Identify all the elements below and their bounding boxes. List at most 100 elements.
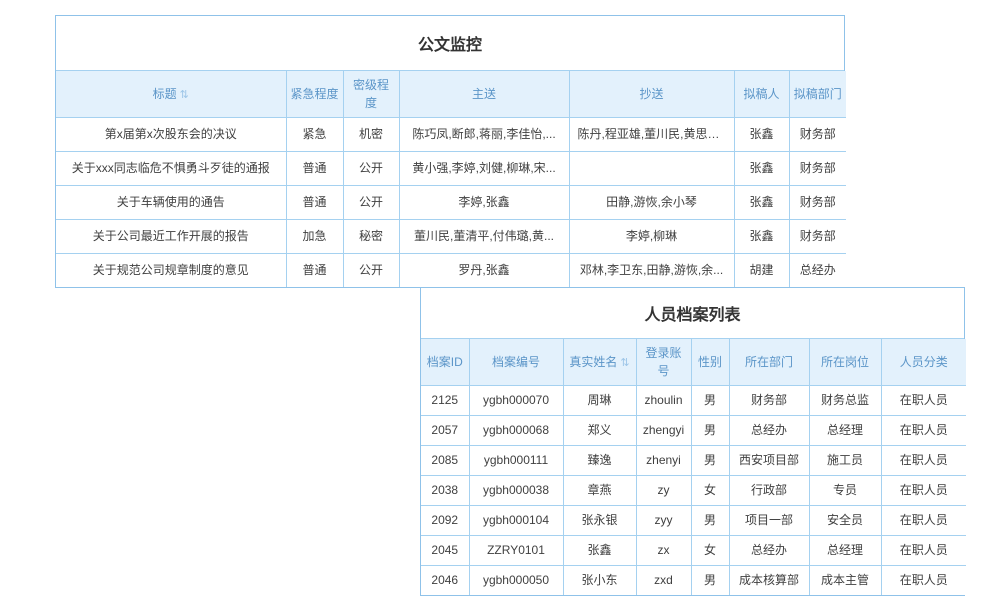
p-cell-category: 在职人员 bbox=[881, 476, 966, 506]
doc-col-cc: 抄送 bbox=[569, 71, 734, 118]
p-col-gender: 性别 bbox=[691, 339, 729, 386]
doc-cell-mainsend: 罗丹,张鑫 bbox=[399, 254, 569, 288]
doc-cell-security: 公开 bbox=[343, 186, 399, 220]
doc-title-link[interactable]: 第x届第x次股东会的决议 bbox=[56, 118, 286, 152]
doc-cell-dept: 财务部 bbox=[789, 152, 846, 186]
sort-icon[interactable]: ⇅ bbox=[180, 89, 189, 101]
table-row: 第x届第x次股东会的决议 紧急 机密 陈巧凤,断郎,蒋丽,李佳怡,... 陈丹,… bbox=[56, 118, 846, 152]
p-col-account: 登录账号 bbox=[636, 339, 691, 386]
p-cell-no: ygbh000111 bbox=[469, 446, 563, 476]
p-cell-no: ygbh000050 bbox=[469, 566, 563, 596]
doc-cell-cc: 邓林,李卫东,田静,游恢,余... bbox=[569, 254, 734, 288]
p-name-link[interactable]: 张小东 bbox=[563, 566, 636, 596]
p-col-post: 所在岗位 bbox=[809, 339, 881, 386]
p-cell-post: 专员 bbox=[809, 476, 881, 506]
doc-title-link[interactable]: 关于车辆使用的通告 bbox=[56, 186, 286, 220]
p-cell-post: 财务总监 bbox=[809, 386, 881, 416]
doc-cell-urgency: 紧急 bbox=[286, 118, 343, 152]
table-row: 2085 ygbh000111 臻逸 zhenyi 男 西安项目部 施工员 在职… bbox=[421, 446, 966, 476]
p-cell-post: 总经理 bbox=[809, 416, 881, 446]
p-cell-dept: 项目一部 bbox=[729, 506, 809, 536]
table-row: 2038 ygbh000038 章燕 zy 女 行政部 专员 在职人员 bbox=[421, 476, 966, 506]
doc-cell-drafter: 张鑫 bbox=[734, 152, 789, 186]
p-cell-account: zyy bbox=[636, 506, 691, 536]
doc-col-mainsend: 主送 bbox=[399, 71, 569, 118]
doc-col-title[interactable]: 标题⇅ bbox=[56, 71, 286, 118]
p-name-link[interactable]: 章燕 bbox=[563, 476, 636, 506]
p-cell-id: 2085 bbox=[421, 446, 469, 476]
p-cell-id: 2057 bbox=[421, 416, 469, 446]
p-name-link[interactable]: 张永银 bbox=[563, 506, 636, 536]
table-row: 2057 ygbh000068 郑义 zhengyi 男 总经办 总经理 在职人… bbox=[421, 416, 966, 446]
doc-cell-dept: 财务部 bbox=[789, 186, 846, 220]
p-cell-category: 在职人员 bbox=[881, 506, 966, 536]
doc-cell-drafter: 张鑫 bbox=[734, 118, 789, 152]
p-cell-gender: 女 bbox=[691, 476, 729, 506]
p-cell-account: zxd bbox=[636, 566, 691, 596]
p-cell-account: zhengyi bbox=[636, 416, 691, 446]
p-cell-post: 总经理 bbox=[809, 536, 881, 566]
p-col-dept: 所在部门 bbox=[729, 339, 809, 386]
p-cell-post: 成本主管 bbox=[809, 566, 881, 596]
p-cell-gender: 男 bbox=[691, 446, 729, 476]
p-cell-account: zhoulin bbox=[636, 386, 691, 416]
doc-title-link[interactable]: 关于xxx同志临危不惧勇斗歹徒的通报 bbox=[56, 152, 286, 186]
doc-cell-mainsend: 董川民,董清平,付伟璐,黄... bbox=[399, 220, 569, 254]
doc-title-link[interactable]: 关于规范公司规章制度的意见 bbox=[56, 254, 286, 288]
p-cell-category: 在职人员 bbox=[881, 446, 966, 476]
doc-cell-security: 机密 bbox=[343, 118, 399, 152]
table-row: 2125 ygbh000070 周琳 zhoulin 男 财务部 财务总监 在职… bbox=[421, 386, 966, 416]
doc-cell-urgency: 加急 bbox=[286, 220, 343, 254]
p-cell-gender: 男 bbox=[691, 416, 729, 446]
p-name-link[interactable]: 张鑫 bbox=[563, 536, 636, 566]
p-col-name[interactable]: 真实姓名⇅ bbox=[563, 339, 636, 386]
doc-title-link[interactable]: 关于公司最近工作开展的报告 bbox=[56, 220, 286, 254]
doc-cell-dept: 总经办 bbox=[789, 254, 846, 288]
doc-cell-drafter: 张鑫 bbox=[734, 186, 789, 220]
doc-cell-drafter: 胡建 bbox=[734, 254, 789, 288]
table-row: 关于车辆使用的通告 普通 公开 李婷,张鑫 田静,游恢,余小琴 张鑫 财务部 bbox=[56, 186, 846, 220]
p-cell-post: 安全员 bbox=[809, 506, 881, 536]
doc-col-title-label: 标题 bbox=[153, 87, 177, 101]
p-cell-id: 2045 bbox=[421, 536, 469, 566]
doc-col-security: 密级程度 bbox=[343, 71, 399, 118]
p-cell-id: 2125 bbox=[421, 386, 469, 416]
p-cell-id: 2038 bbox=[421, 476, 469, 506]
p-name-link[interactable]: 周琳 bbox=[563, 386, 636, 416]
doc-cell-security: 公开 bbox=[343, 254, 399, 288]
doc-cell-mainsend: 陈巧凤,断郎,蒋丽,李佳怡,... bbox=[399, 118, 569, 152]
sort-icon[interactable]: ⇅ bbox=[620, 357, 629, 369]
doc-cell-cc: 田静,游恢,余小琴 bbox=[569, 186, 734, 220]
p-cell-account: zy bbox=[636, 476, 691, 506]
p-cell-account: zhenyi bbox=[636, 446, 691, 476]
personnel-list-panel: 人员档案列表 档案ID 档案编号 真实姓名⇅ 登录账号 性别 所在部门 所在岗位… bbox=[420, 287, 965, 596]
p-cell-dept: 总经办 bbox=[729, 536, 809, 566]
p-cell-gender: 男 bbox=[691, 386, 729, 416]
p-cell-no: ygbh000104 bbox=[469, 506, 563, 536]
p-cell-post: 施工员 bbox=[809, 446, 881, 476]
p-cell-dept: 西安项目部 bbox=[729, 446, 809, 476]
p-cell-dept: 财务部 bbox=[729, 386, 809, 416]
p-cell-gender: 男 bbox=[691, 566, 729, 596]
p-name-link[interactable]: 郑义 bbox=[563, 416, 636, 446]
p-cell-category: 在职人员 bbox=[881, 536, 966, 566]
table-row: 关于xxx同志临危不惧勇斗歹徒的通报 普通 公开 黄小强,李婷,刘健,柳琳,宋.… bbox=[56, 152, 846, 186]
table-row: 关于规范公司规章制度的意见 普通 公开 罗丹,张鑫 邓林,李卫东,田静,游恢,余… bbox=[56, 254, 846, 288]
doc-cell-drafter: 张鑫 bbox=[734, 220, 789, 254]
p-col-id: 档案ID bbox=[421, 339, 469, 386]
table-row: 2046 ygbh000050 张小东 zxd 男 成本核算部 成本主管 在职人… bbox=[421, 566, 966, 596]
p-cell-dept: 成本核算部 bbox=[729, 566, 809, 596]
doc-col-dept: 拟稿部门 bbox=[789, 71, 846, 118]
doc-cell-urgency: 普通 bbox=[286, 254, 343, 288]
doc-monitor-table: 标题⇅ 紧急程度 密级程度 主送 抄送 拟稿人 拟稿部门 第x届第x次股东会的决… bbox=[56, 71, 846, 287]
table-row: 关于公司最近工作开展的报告 加急 秘密 董川民,董清平,付伟璐,黄... 李婷,… bbox=[56, 220, 846, 254]
p-cell-dept: 行政部 bbox=[729, 476, 809, 506]
doc-cell-cc bbox=[569, 152, 734, 186]
doc-monitor-panel: 公文监控 标题⇅ 紧急程度 密级程度 主送 抄送 拟稿人 拟稿部门 第x届第x次… bbox=[55, 15, 845, 288]
p-name-link[interactable]: 臻逸 bbox=[563, 446, 636, 476]
doc-cell-dept: 财务部 bbox=[789, 118, 846, 152]
table-row: 2092 ygbh000104 张永银 zyy 男 项目一部 安全员 在职人员 bbox=[421, 506, 966, 536]
table-row: 2045 ZZRY0101 张鑫 zx 女 总经办 总经理 在职人员 bbox=[421, 536, 966, 566]
p-cell-category: 在职人员 bbox=[881, 386, 966, 416]
p-cell-gender: 女 bbox=[691, 536, 729, 566]
